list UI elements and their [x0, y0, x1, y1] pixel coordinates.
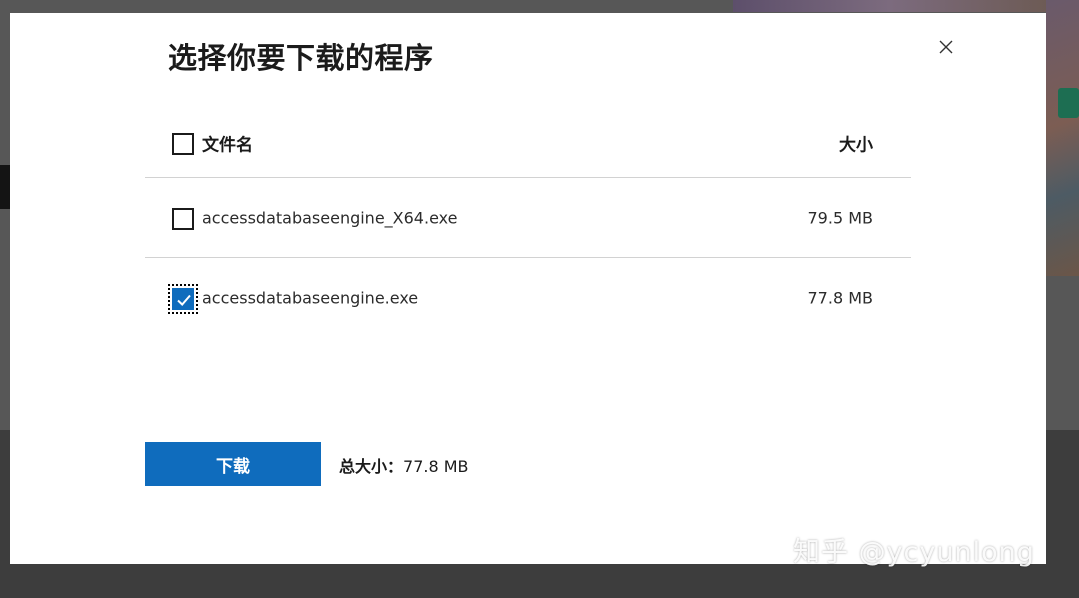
select-all-checkbox[interactable] [172, 132, 194, 155]
total-size: 总大小：77.8 MB [339, 453, 469, 477]
file-list-table: 文件名 大小 accessdatabaseengine_X64.exe 79.5… [145, 108, 911, 337]
background-page-fragment [0, 165, 10, 209]
total-size-value: 77.8 MB [403, 457, 469, 476]
file-checkbox-x86[interactable] [168, 283, 198, 314]
table-row[interactable]: accessdatabaseengine_X64.exe 79.5 MB [145, 178, 911, 258]
background-banner-art [733, 0, 1046, 12]
background-excel-logo [1058, 88, 1079, 118]
close-icon [939, 40, 953, 54]
file-size: 77.8 MB [807, 288, 874, 307]
download-button[interactable]: 下载 [145, 442, 321, 486]
table-row[interactable]: accessdatabaseengine.exe 77.8 MB [145, 258, 911, 337]
file-name: accessdatabaseengine.exe [202, 288, 419, 307]
background-side-art [1046, 0, 1079, 276]
close-button[interactable] [934, 35, 958, 59]
file-checkbox-x64[interactable] [172, 207, 194, 230]
file-name: accessdatabaseengine_X64.exe [202, 208, 458, 227]
dialog-title: 选择你要下载的程序 [168, 41, 434, 75]
total-size-label: 总大小： [339, 457, 404, 476]
watermark: 知乎 @ycyunlong [793, 537, 1035, 568]
column-header-filename: 文件名 [202, 135, 253, 155]
checkmark-icon [177, 294, 191, 306]
column-header-size: 大小 [839, 135, 873, 155]
file-size: 79.5 MB [807, 208, 874, 227]
download-dialog: 选择你要下载的程序 文件名 大小 accessdatabaseengine_X6… [10, 13, 1046, 564]
table-header-row: 文件名 大小 [145, 108, 911, 178]
